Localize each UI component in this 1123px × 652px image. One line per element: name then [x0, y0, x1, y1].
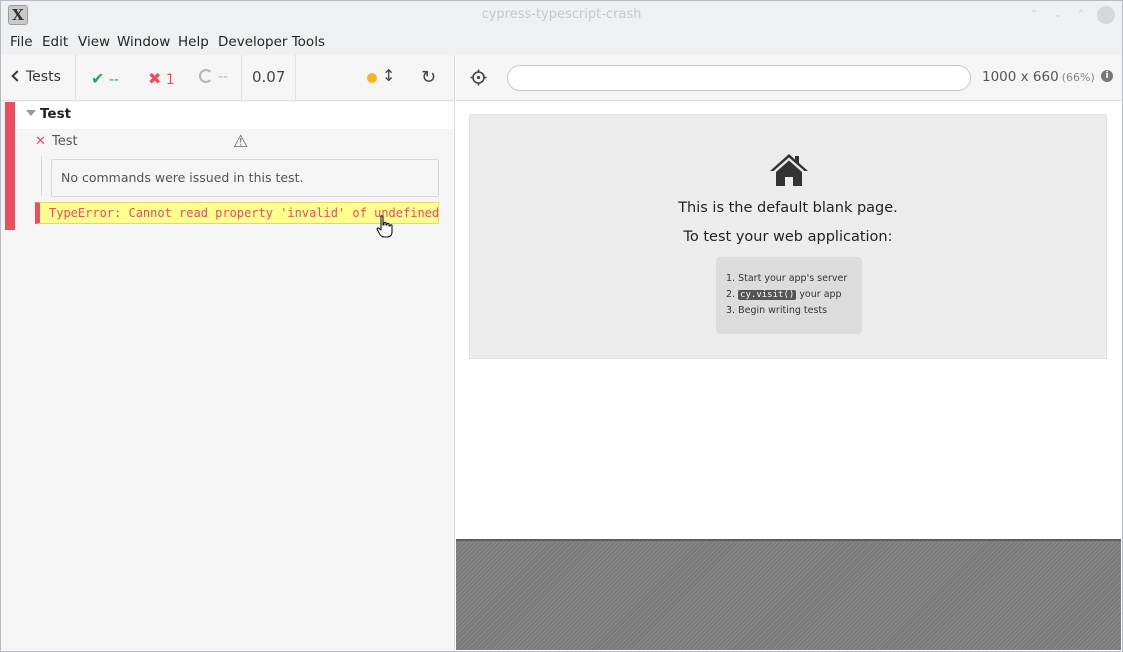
- aut-header: 1000 x 660 (66%) i: [456, 55, 1122, 101]
- reload-icon[interactable]: ↻: [421, 67, 436, 88]
- list-item: 1. Start your app's server: [726, 273, 848, 284]
- passed-count: --: [108, 72, 119, 88]
- selector-playground-icon[interactable]: [470, 69, 487, 86]
- spinner-icon: [199, 69, 213, 83]
- divider: [295, 55, 296, 101]
- menu-bar: File Edit View Window Help Developer Too…: [1, 29, 1122, 55]
- minimize-icon[interactable]: ⌄: [1051, 8, 1065, 22]
- home-icon: [770, 154, 808, 186]
- menu-file[interactable]: File: [10, 34, 33, 50]
- passed-stat: ✔ --: [91, 69, 119, 88]
- app-under-test-panel: 1000 x 660 (66%) i This is the default bl…: [456, 55, 1122, 651]
- vertical-resize-icon[interactable]: ↕: [382, 66, 395, 85]
- reporter-header: Tests ✔ -- ✖ 1 -- 0.07 ↕ ↻: [1, 55, 454, 101]
- divider: [241, 55, 242, 101]
- step-2-code: cy.visit(): [738, 290, 797, 300]
- x-icon: ✖: [148, 69, 162, 88]
- command-guide-line: [41, 156, 42, 196]
- test-title[interactable]: Test: [52, 134, 78, 149]
- pending-count: --: [218, 69, 229, 85]
- caret-down-icon[interactable]: [26, 110, 36, 116]
- status-dot-icon: [367, 73, 377, 83]
- maximize-icon[interactable]: ⌃: [1074, 8, 1088, 22]
- url-input[interactable]: [507, 65, 971, 91]
- no-commands-message: No commands were issued in this test.: [51, 159, 439, 197]
- app-window: X cypress-typescript-crash ⌃ ⌄ ⌃ File Ed…: [0, 0, 1123, 652]
- suite-title[interactable]: Test: [40, 106, 71, 122]
- pending-stat: --: [199, 69, 228, 85]
- check-icon: ✔: [91, 69, 105, 88]
- step-2: your app: [799, 289, 842, 300]
- list-item: 2. cy.visit() your app: [726, 289, 842, 300]
- viewport-size: 1000 x 660 (66%): [982, 69, 1095, 85]
- failed-indicator: [5, 102, 15, 230]
- viewport-dimensions: 1000 x 660: [982, 69, 1059, 85]
- menu-view[interactable]: View: [78, 34, 110, 50]
- blank-page-subheading: To test your web application:: [683, 229, 893, 245]
- test-suite[interactable]: Test ✕ Test ⚠ No commands were issued in…: [5, 102, 454, 230]
- warning-icon: ⚠: [233, 132, 249, 152]
- step-1: Start your app's server: [738, 273, 848, 284]
- menu-edit[interactable]: Edit: [42, 34, 68, 50]
- tests-back-button[interactable]: Tests: [11, 69, 61, 87]
- blank-page-heading: This is the default blank page.: [678, 200, 898, 216]
- info-icon[interactable]: i: [1101, 70, 1113, 82]
- menu-window[interactable]: Window: [117, 34, 170, 50]
- window-title: cypress-typescript-crash: [481, 7, 642, 22]
- keep-above-icon[interactable]: ⌃: [1027, 8, 1041, 22]
- hand-cursor-icon: [376, 215, 393, 238]
- title-bar: X cypress-typescript-crash ⌃ ⌄ ⌃: [1, 1, 1122, 29]
- failed-x-icon: ✕: [35, 134, 46, 149]
- list-item: 3. Begin writing tests: [726, 305, 828, 316]
- failed-count: 1: [165, 72, 175, 88]
- failed-stat: ✖ 1: [148, 69, 175, 88]
- divider: [75, 55, 76, 101]
- menu-developer-tools[interactable]: Developer Tools: [218, 34, 325, 50]
- reporter-panel: Tests ✔ -- ✖ 1 -- 0.07 ↕ ↻ Test ✕ Test ⚠…: [1, 55, 455, 651]
- instructions-box: 1. Start your app's server 2. cy.visit()…: [716, 257, 862, 334]
- default-blank-page: This is the default blank page. To test …: [469, 114, 1107, 359]
- duration: 0.07: [252, 68, 286, 86]
- tests-label: Tests: [26, 69, 61, 85]
- step-3: Begin writing tests: [738, 305, 828, 316]
- viewport-overflow-area: [456, 539, 1121, 650]
- chevron-left-icon: [11, 70, 23, 82]
- menu-help[interactable]: Help: [178, 34, 209, 50]
- viewport-zoom: (66%): [1061, 71, 1095, 84]
- close-window-button[interactable]: [1097, 6, 1115, 24]
